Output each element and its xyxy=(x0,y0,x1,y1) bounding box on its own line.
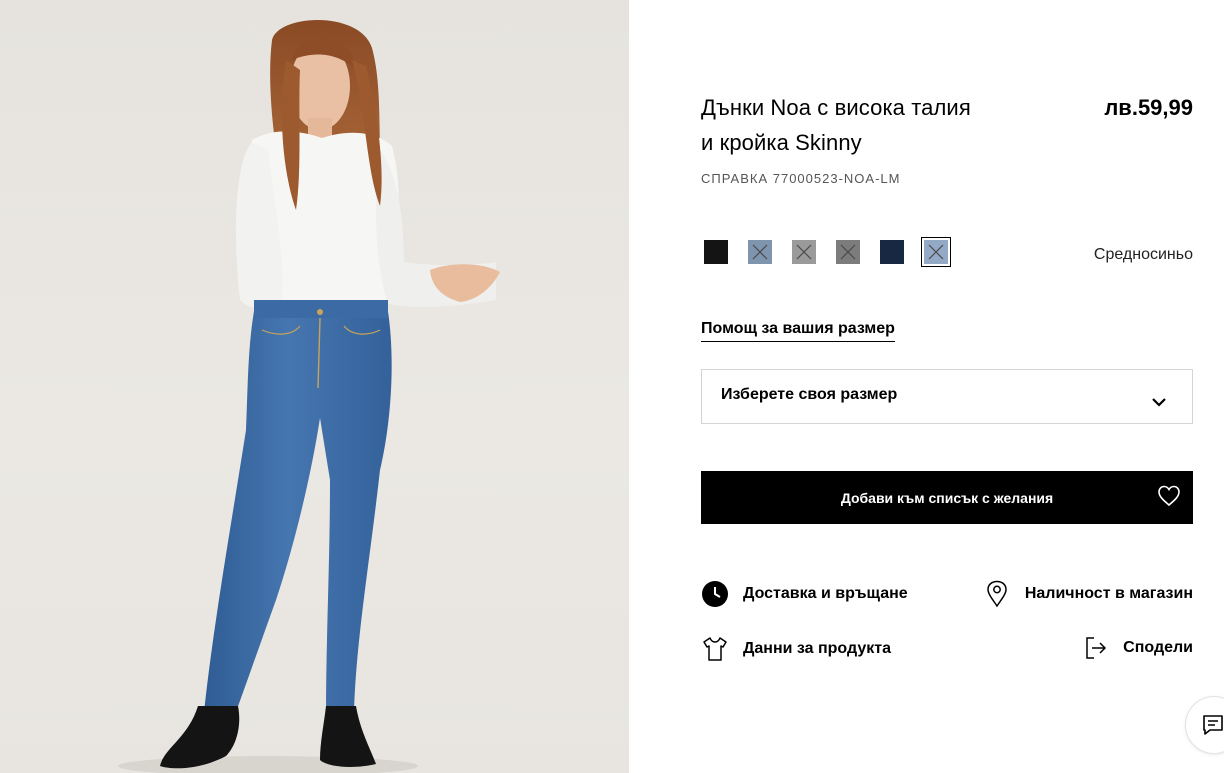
unavailable-cross-icon xyxy=(796,244,812,260)
size-select[interactable]: Изберете своя размер xyxy=(701,369,1193,424)
color-swatch-chip xyxy=(792,240,816,264)
product-page: Дънки Noa с висока талия и кройка Skinny… xyxy=(0,0,1224,773)
share-label: Сподели xyxy=(1123,639,1193,656)
product-details: Дънки Noa с висока талия и кройка Skinny… xyxy=(701,0,1193,773)
size-select-placeholder: Изберете своя размер xyxy=(721,386,898,403)
color-swatch[interactable] xyxy=(877,237,907,267)
unavailable-cross-icon xyxy=(752,244,768,260)
product-image[interactable] xyxy=(0,0,629,773)
color-swatch[interactable] xyxy=(921,237,951,267)
product-title: Дънки Noa с висока талия и кройка Skinny xyxy=(701,90,1011,160)
model-photo-illustration xyxy=(118,19,500,773)
clock-icon xyxy=(701,580,729,608)
color-swatch-chip xyxy=(836,240,860,264)
color-swatch-chip xyxy=(704,240,728,264)
product-title-line-1: Дънки Noa с висока талия xyxy=(701,95,971,120)
share-link[interactable]: Сподели xyxy=(1084,635,1193,661)
color-swatch-chip xyxy=(880,240,904,264)
share-icon xyxy=(1084,635,1108,661)
location-pin-icon xyxy=(986,580,1008,608)
size-help-link[interactable]: Помощ за вашия размер xyxy=(701,320,895,342)
color-swatch-chip xyxy=(748,240,772,264)
unavailable-cross-icon xyxy=(928,244,944,260)
product-data-label: Данни за продукта xyxy=(743,640,891,657)
add-to-wishlist-label: Добави към списък с желания xyxy=(840,490,1054,506)
color-swatch[interactable] xyxy=(701,237,731,267)
color-swatch[interactable] xyxy=(789,237,819,267)
delivery-returns-label: Доставка и връщане xyxy=(743,585,908,602)
product-price: лв.59,99 xyxy=(1104,95,1193,120)
color-swatch[interactable] xyxy=(745,237,775,267)
product-title-line-2: и кройка Skinny xyxy=(701,130,862,155)
delivery-returns-link[interactable]: Доставка и връщане xyxy=(701,580,908,608)
chevron-down-icon xyxy=(1152,394,1166,412)
heart-icon xyxy=(1157,485,1181,512)
add-to-wishlist-button[interactable]: Добави към списък с желания xyxy=(701,471,1193,524)
store-availability-label: Наличност в магазин xyxy=(1024,585,1193,602)
color-swatch[interactable] xyxy=(833,237,863,267)
unavailable-cross-icon xyxy=(840,244,856,260)
tshirt-icon xyxy=(701,635,729,663)
selected-color-name: Средносиньо xyxy=(1093,246,1193,263)
product-data-link[interactable]: Данни за продукта xyxy=(701,635,891,663)
store-availability-link[interactable]: Наличност в магазин xyxy=(986,580,1193,608)
color-swatches xyxy=(701,237,951,267)
product-reference: СПРАВКА 77000523-NOA-LM xyxy=(701,171,901,186)
color-swatch-chip xyxy=(924,240,948,264)
